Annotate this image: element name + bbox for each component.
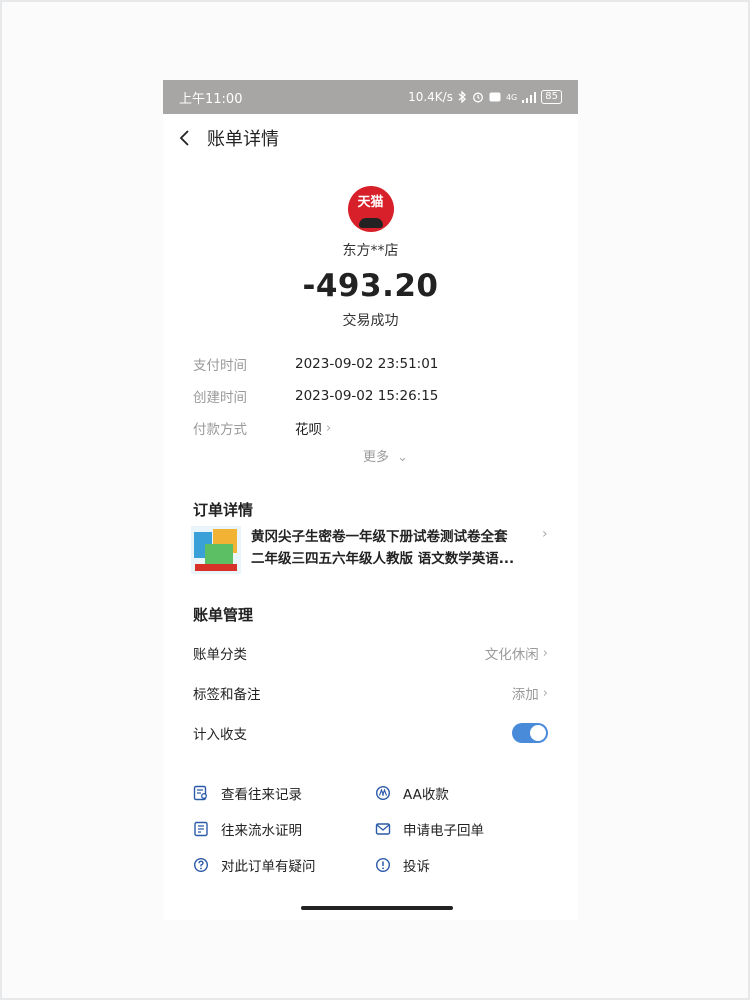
status-time: 上午11:00 xyxy=(179,91,243,107)
info-value: 花呗 › xyxy=(295,418,332,439)
aa-icon xyxy=(375,785,391,801)
view-history-label: 查看往来记录 xyxy=(221,787,302,803)
order-question-link[interactable]: 对此订单有疑问 xyxy=(193,855,375,875)
e-receipt-label: 申请电子回单 xyxy=(403,823,484,839)
count-in-balance-toggle[interactable] xyxy=(512,723,548,743)
chevron-right-icon: › xyxy=(542,685,548,701)
bill-category-value: 文化休闲 xyxy=(484,647,539,663)
alarm-icon xyxy=(472,91,484,103)
records-search-icon xyxy=(193,785,207,801)
info-label: 支付时间 xyxy=(193,358,247,374)
aa-collect-link[interactable]: AA收款 xyxy=(375,783,555,803)
tags-notes-label: 标签和备注 xyxy=(193,687,261,703)
bill-category-row[interactable]: 账单分类 文化休闲 › xyxy=(193,633,548,673)
header-bar: 账单详情 xyxy=(163,114,578,162)
complain-link[interactable]: 投诉 xyxy=(375,855,555,875)
page-title: 账单详情 xyxy=(207,129,279,150)
bluetooth-icon xyxy=(458,91,467,103)
more-button[interactable]: 更多 ⌄ xyxy=(193,446,578,465)
home-indicator[interactable] xyxy=(301,906,453,910)
info-value: 2023-09-02 23:51:01 xyxy=(295,356,439,372)
actions-grid: 查看往来记录 AA收款 往来流水证明 申请电子回单 对此订单有疑问 投诉 xyxy=(163,783,578,875)
phone-screen: 上午11:00 10.4K/s 4G 85 账单详情 天猫 东方**店 -493… xyxy=(163,80,578,920)
transaction-info: 支付时间 2023-09-02 23:51:01 创建时间 2023-09-02… xyxy=(163,348,578,465)
order-item[interactable]: 黄冈尖子生密卷一年级下册试卷测试卷全套 二年级三四五六年级人教版 语文数学英语.… xyxy=(191,526,548,574)
order-section: 订单详情 黄冈尖子生密卷一年级下册试卷测试卷全套 二年级三四五六年级人教版 语文… xyxy=(163,499,578,574)
order-section-title: 订单详情 xyxy=(193,501,254,519)
info-row-pay-time: 支付时间 2023-09-02 23:51:01 xyxy=(193,348,578,380)
logo-text: 天猫 xyxy=(357,195,384,210)
aa-collect-label: AA收款 xyxy=(403,787,449,803)
merchant-name[interactable]: 东方**店 xyxy=(163,240,578,260)
complain-label: 投诉 xyxy=(403,859,430,875)
tmall-logo-icon: 天猫 xyxy=(347,186,394,232)
order-question-label: 对此订单有疑问 xyxy=(221,859,316,875)
info-row-payment-method[interactable]: 付款方式 花呗 › xyxy=(193,412,578,444)
chevron-right-icon: › xyxy=(542,526,548,542)
order-title-line1: 黄冈尖子生密卷一年级下册试卷测试卷全套 xyxy=(251,529,508,545)
network-speed: 10.4K/s xyxy=(408,90,453,104)
info-label: 付款方式 xyxy=(193,422,247,438)
alert-icon xyxy=(375,857,391,873)
signal-icon xyxy=(522,91,537,103)
info-label: 创建时间 xyxy=(193,390,247,406)
count-in-balance-row: 计入收支 xyxy=(193,713,548,753)
product-thumbnail-icon xyxy=(191,526,241,574)
back-arrow-icon[interactable] xyxy=(177,130,193,146)
e-receipt-link[interactable]: 申请电子回单 xyxy=(375,819,555,839)
document-icon xyxy=(194,821,208,837)
more-label: 更多 xyxy=(362,450,389,465)
tags-notes-row[interactable]: 标签和备注 添加 › xyxy=(193,673,548,713)
order-title-line2: 二年级三四五六年级人教版 语文数学英语... xyxy=(251,551,515,567)
merchant-summary: 天猫 东方**店 -493.20 交易成功 xyxy=(163,186,578,330)
manage-section-title: 账单管理 xyxy=(193,606,254,624)
count-in-balance-label: 计入收支 xyxy=(193,727,247,743)
question-icon xyxy=(193,857,209,873)
view-history-link[interactable]: 查看往来记录 xyxy=(193,783,375,803)
tags-notes-value: 添加 xyxy=(511,687,539,703)
hd-icon xyxy=(489,92,501,102)
bill-management: 账单管理 账单分类 文化休闲 › 标签和备注 添加 › 计入收支 xyxy=(163,604,578,753)
transaction-proof-label: 往来流水证明 xyxy=(221,823,302,839)
info-row-create-time: 创建时间 2023-09-02 15:26:15 xyxy=(193,380,578,412)
transaction-amount: -493.20 xyxy=(302,268,439,304)
mail-icon xyxy=(375,823,391,835)
battery-level: 85 xyxy=(541,90,562,104)
network-type: 4G xyxy=(505,92,518,102)
chevron-right-icon: › xyxy=(326,420,332,436)
chevron-down-icon: ⌄ xyxy=(397,450,409,465)
status-bar: 上午11:00 10.4K/s 4G 85 xyxy=(163,80,578,114)
payment-method-value: 花呗 xyxy=(295,422,322,438)
chevron-right-icon: › xyxy=(542,645,548,661)
transaction-status: 交易成功 xyxy=(342,313,399,329)
transaction-proof-link[interactable]: 往来流水证明 xyxy=(193,819,375,839)
bill-category-label: 账单分类 xyxy=(193,647,247,663)
info-value: 2023-09-02 15:26:15 xyxy=(295,388,439,404)
